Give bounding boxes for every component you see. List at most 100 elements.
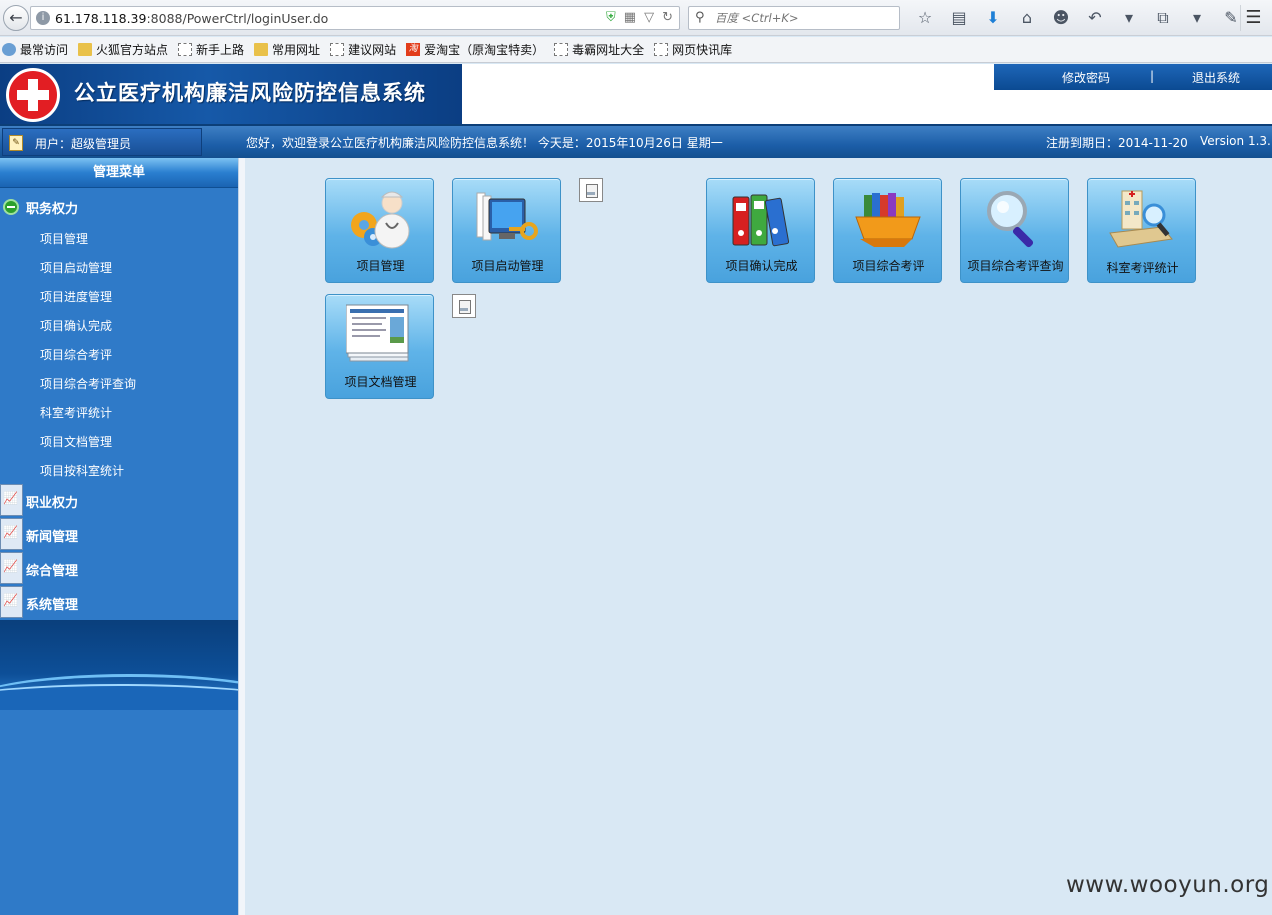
logo-banner: 公立医疗机构廉洁风险防控信息系统 — [0, 64, 462, 124]
search-input[interactable] — [713, 10, 893, 26]
shield-icon[interactable]: ⛨ — [606, 10, 616, 25]
app-header: 公立医疗机构廉洁风险防控信息系统 修改密码 | 退出系统 — [0, 64, 1272, 124]
user-label: 用户：超级管理员 — [35, 137, 132, 151]
menu-item-department-stats[interactable]: 科室考评统计 — [40, 404, 112, 421]
menu-item-project-confirm[interactable]: 项目确认完成 — [40, 317, 112, 334]
tile-project-confirm[interactable]: 项目确认完成 — [706, 178, 815, 283]
logout-link[interactable]: 退出系统 — [1192, 69, 1240, 86]
chart-icon — [0, 586, 23, 618]
books-tray-icon — [855, 193, 921, 247]
tile-evaluation-query[interactable]: 项目综合考评查询 — [960, 178, 1069, 283]
chat-icon[interactable]: ☻ — [1044, 5, 1078, 31]
binders-icon — [732, 194, 790, 247]
back-icon[interactable]: ← — [3, 5, 29, 31]
page-icon — [178, 43, 193, 56]
sidebar-decoration — [0, 620, 238, 710]
folder-icon — [78, 43, 93, 56]
broken-image-icon — [579, 178, 603, 202]
info-bar: ✎ 用户：超级管理员 您好，欢迎登录公立医疗机构廉洁风险防控信息系统！ 今天是：… — [0, 124, 1272, 158]
welcome-text: 您好，欢迎登录公立医疗机构廉洁风险防控信息系统！ 今天是：2015年10月26日… — [246, 136, 723, 150]
menu-item-project-evaluation[interactable]: 项目综合考评 — [40, 346, 112, 363]
panel-splitter[interactable] — [238, 158, 245, 915]
menu-item-stats-by-department[interactable]: 项目按科室统计 — [40, 462, 124, 479]
chart-icon — [0, 552, 23, 584]
tile-label: 项目综合考评查询 — [967, 259, 1064, 273]
bookmark-item[interactable]: 最常访问 — [2, 41, 68, 58]
menu-item-document-management[interactable]: 项目文档管理 — [40, 433, 112, 450]
menu-group-system[interactable]: 系统管理 — [0, 586, 238, 620]
tile-project-start[interactable]: 项目启动管理 — [452, 178, 561, 283]
menu-item-evaluation-query[interactable]: 项目综合考评查询 — [40, 375, 136, 392]
menu-group-news[interactable]: 新闻管理 — [0, 518, 238, 552]
home-icon[interactable]: ⌂ — [1010, 5, 1044, 31]
crop-icon[interactable]: ⧉ — [1146, 5, 1180, 31]
bookmark-item[interactable]: 毒霸网址大全 — [554, 41, 644, 58]
globe-icon — [2, 43, 16, 56]
watermark: www.wooyun.org — [1066, 872, 1270, 898]
bookmark-item[interactable]: 常用网址 — [254, 41, 320, 58]
dropdown-icon[interactable]: ▾ — [1112, 5, 1146, 31]
monitor-key-icon — [476, 192, 538, 241]
menu-group-label: 系统管理 — [26, 598, 79, 613]
search-box[interactable]: ⚲ — [688, 6, 900, 30]
user-edit-icon: ✎ — [9, 135, 23, 151]
chart-icon — [0, 518, 23, 550]
bookmark-item[interactable]: 建议网站 — [330, 41, 396, 58]
version-label: Version 1.3.1 — [1200, 134, 1272, 148]
bookmarks-bar: 最常访问 火狐官方站点 新手上路 常用网址 建议网站 淘爱淘宝（原淘宝特卖） 毒… — [0, 37, 1272, 63]
download-icon[interactable]: ⬇ — [976, 5, 1010, 31]
menu-group-label: 新闻管理 — [26, 530, 79, 545]
menu-group-label: 职务权力 — [26, 202, 79, 217]
tile-project-management[interactable]: 项目管理 — [325, 178, 434, 283]
page-icon — [554, 43, 569, 56]
dropdown-arrow-icon[interactable]: ▽ — [644, 10, 654, 25]
main-content: 项目管理 项目启动管理 项目确认完成 项目综合考评 项目综合考评查询 科室考评统… — [245, 158, 1272, 915]
search-icon: ⚲ — [695, 10, 705, 25]
menu-item-project-start[interactable]: 项目启动管理 — [40, 259, 112, 276]
registration-expiry: 注册到期日：2014-11-20 — [1046, 136, 1188, 150]
menu-group-general[interactable]: 综合管理 — [0, 552, 238, 586]
menu-group-label: 综合管理 — [26, 564, 79, 579]
bookmark-item[interactable]: 网页快讯库 — [654, 41, 732, 58]
site-info-icon[interactable]: i — [36, 11, 50, 25]
menu-group-duty-power[interactable]: 职务权力 — [0, 190, 238, 224]
broken-image-icon — [452, 294, 476, 318]
tile-label: 科室考评统计 — [1106, 261, 1179, 275]
menu-group-professional-power[interactable]: 职业权力 — [0, 484, 238, 518]
magnifier-icon — [987, 191, 1034, 248]
page-icon — [654, 43, 669, 56]
reading-list-icon[interactable]: ▤ — [942, 5, 976, 31]
address-bar[interactable]: i 61.178.118.39:8088/PowerCtrl/loginUser… — [30, 6, 680, 30]
tile-project-evaluation[interactable]: 项目综合考评 — [833, 178, 942, 283]
user-box: ✎ 用户：超级管理员 — [2, 128, 202, 156]
url-text[interactable]: 61.178.118.39:8088/PowerCtrl/loginUser.d… — [55, 11, 328, 26]
menu-item-project-progress[interactable]: 项目进度管理 — [40, 288, 112, 305]
documents-icon — [346, 304, 409, 362]
bookmark-item[interactable]: 新手上路 — [178, 41, 244, 58]
taobao-icon: 淘 — [406, 43, 421, 56]
undo-icon[interactable]: ↶ — [1078, 5, 1112, 31]
tile-label: 项目启动管理 — [471, 259, 544, 273]
dropdown-icon[interactable]: ▾ — [1180, 5, 1214, 31]
tile-department-stats[interactable]: 科室考评统计 — [1087, 178, 1196, 283]
top-links: 修改密码 | 退出系统 — [994, 64, 1272, 90]
reload-icon[interactable]: ↻ — [662, 10, 673, 25]
change-password-link[interactable]: 修改密码 — [1062, 69, 1110, 86]
bookmark-item[interactable]: 淘爱淘宝（原淘宝特卖） — [406, 41, 544, 58]
bookmark-star-icon[interactable]: ☆ — [908, 5, 942, 31]
menu-title: 管理菜单 — [0, 158, 238, 188]
tile-label: 项目管理 — [356, 259, 405, 273]
menu-item-project-management[interactable]: 项目管理 — [40, 230, 88, 247]
collapse-icon[interactable] — [3, 199, 19, 215]
menu-group-label: 职业权力 — [26, 496, 79, 511]
bookmark-item[interactable]: 火狐官方站点 — [78, 41, 168, 58]
browser-toolbar: ← i 61.178.118.39:8088/PowerCtrl/loginUs… — [0, 0, 1272, 36]
hamburger-menu-icon[interactable]: ☰ — [1240, 5, 1266, 31]
system-title: 公立医疗机构廉洁风险防控信息系统 — [74, 81, 426, 105]
tile-label: 项目确认完成 — [725, 259, 798, 273]
tile-document-management[interactable]: 项目文档管理 — [325, 294, 434, 399]
qr-code-icon[interactable]: ▦ — [624, 10, 636, 25]
red-cross-logo-icon — [6, 68, 60, 122]
tile-label: 项目综合考评 — [852, 259, 925, 273]
doctor-gears-icon — [351, 191, 410, 249]
